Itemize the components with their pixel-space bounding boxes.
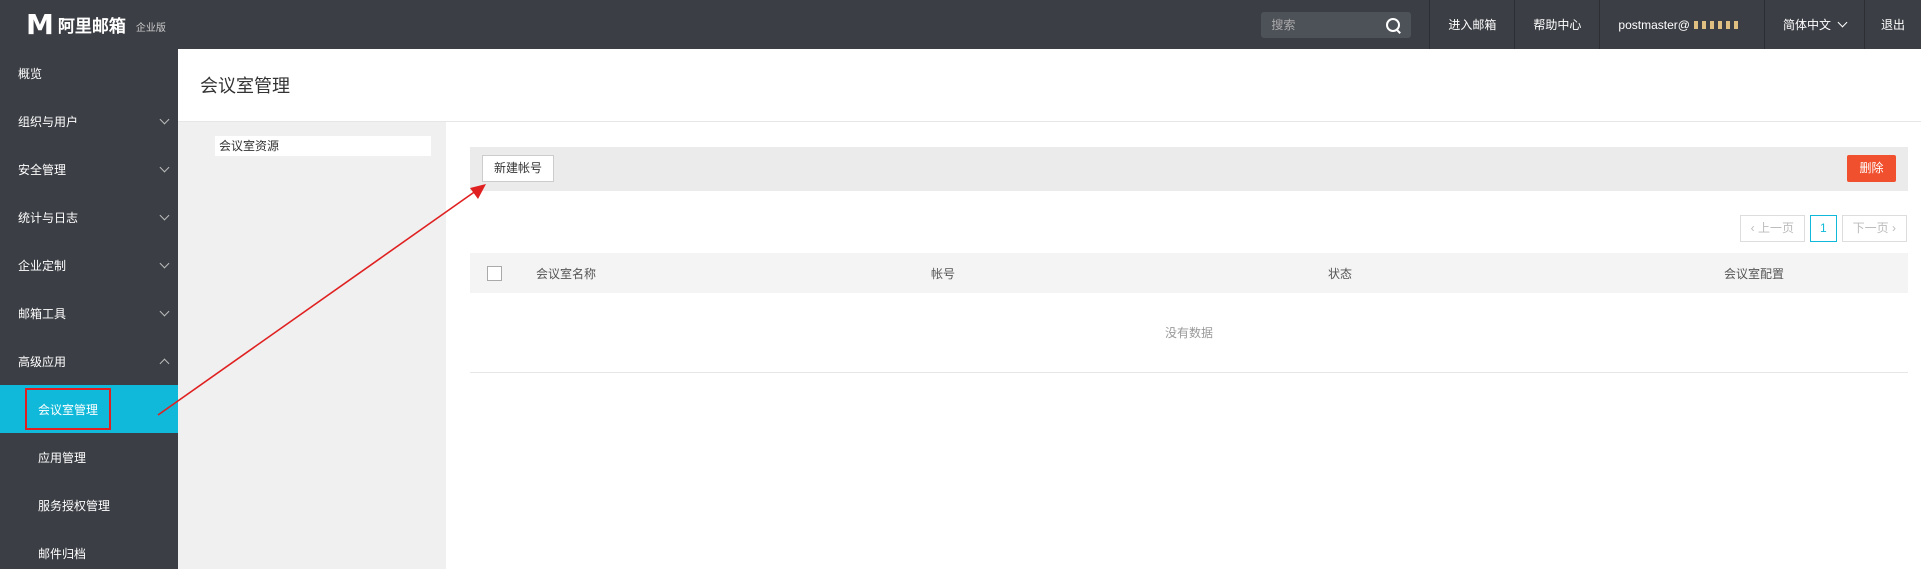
account-name: postmaster@ xyxy=(1618,17,1690,32)
sidebar-item-mail-tools[interactable]: 邮箱工具 xyxy=(0,289,178,337)
table-header: 会议室名称 帐号 状态 会议室配置 xyxy=(470,253,1908,293)
chevron-down-icon xyxy=(159,162,170,172)
logo-name: 阿里邮箱 xyxy=(57,17,126,36)
account-domain-redacted xyxy=(1693,20,1742,29)
logout-link[interactable]: 退出 xyxy=(1863,0,1921,49)
top-right-nav: 进入邮箱 帮助中心 postmaster@ 简体中文 退出 xyxy=(1261,0,1921,49)
pagination: ‹ 上一页 1 下一页 › xyxy=(1739,215,1907,242)
sidebar-item-advanced-apps[interactable]: 高级应用 xyxy=(0,337,178,385)
sidebar-subitem-app-management[interactable]: 应用管理 xyxy=(0,433,178,481)
toolbar: 新建帐号 删除 xyxy=(470,147,1908,191)
column-header-room-config: 会议室配置 xyxy=(1724,266,1785,281)
sidebar-item-security[interactable]: 安全管理 xyxy=(0,145,178,193)
chevron-down-icon xyxy=(159,306,170,316)
search-input[interactable] xyxy=(1271,17,1372,32)
chevron-up-icon xyxy=(159,358,170,368)
sidebar-item-label: 组织与用户 xyxy=(18,114,79,129)
sidebar-subitem-meeting-room[interactable]: 会议室管理 xyxy=(0,385,178,433)
language-label: 简体中文 xyxy=(1782,18,1831,32)
language-select[interactable]: 简体中文 xyxy=(1763,0,1864,49)
highlight-box xyxy=(25,388,111,430)
page-title: 会议室管理 xyxy=(200,76,290,96)
sidebar-item-label: 概览 xyxy=(18,66,43,81)
sidebar-subitem-label: 应用管理 xyxy=(38,450,87,465)
search-icon[interactable] xyxy=(1385,17,1401,33)
sidebar-item-stats-logs[interactable]: 统计与日志 xyxy=(0,193,178,241)
sidebar-item-label: 邮箱工具 xyxy=(18,306,67,321)
sidebar-subitem-mail-archive[interactable]: 邮件归档 xyxy=(0,529,178,577)
sidebar-item-label: 安全管理 xyxy=(18,162,67,177)
chevron-down-icon xyxy=(1837,17,1848,28)
help-center-link[interactable]: 帮助中心 xyxy=(1514,0,1599,49)
logo-mark: M xyxy=(26,8,54,41)
column-header-account: 帐号 xyxy=(931,266,956,281)
sidebar-item-label: 统计与日志 xyxy=(18,210,79,225)
search-box[interactable] xyxy=(1261,11,1412,38)
chevron-down-icon xyxy=(159,114,170,124)
page-header: 会议室管理 xyxy=(178,49,1921,122)
new-account-button[interactable]: 新建帐号 xyxy=(482,155,555,182)
select-all-checkbox[interactable] xyxy=(487,265,502,281)
logo[interactable]: M 阿里邮箱 企业版 xyxy=(26,8,166,41)
sidebar-item-overview[interactable]: 概览 xyxy=(0,49,178,97)
enter-mailbox-link[interactable]: 进入邮箱 xyxy=(1429,0,1514,49)
column-header-room-name: 会议室名称 xyxy=(536,266,597,281)
sidebar-subitem-label: 服务授权管理 xyxy=(38,498,111,513)
delete-button[interactable]: 删除 xyxy=(1847,155,1896,182)
top-bar: M 阿里邮箱 企业版 进入邮箱 帮助中心 postmaster@ 简体中文 退出 xyxy=(0,0,1921,49)
sidebar-item-enterprise-custom[interactable]: 企业定制 xyxy=(0,241,178,289)
chevron-down-icon xyxy=(159,210,170,220)
sidebar-subitem-service-auth[interactable]: 服务授权管理 xyxy=(0,481,178,529)
prev-page-button[interactable]: ‹ 上一页 xyxy=(1739,215,1805,242)
logo-edition: 企业版 xyxy=(135,23,166,34)
chevron-down-icon xyxy=(159,258,170,268)
sidebar-item-label: 企业定制 xyxy=(18,258,67,273)
empty-table-message: 没有数据 xyxy=(470,293,1908,373)
sidebar: 概览 组织与用户 安全管理 统计与日志 企业定制 邮箱工具 高级应用 会议室管理… xyxy=(0,49,178,569)
account-menu[interactable]: postmaster@ xyxy=(1599,0,1764,49)
resource-item-meeting-rooms[interactable]: 会议室资源 xyxy=(215,136,431,156)
column-header-status: 状态 xyxy=(1328,266,1353,281)
sidebar-subitem-label: 邮件归档 xyxy=(38,546,87,561)
resource-panel: 会议室资源 xyxy=(178,122,446,569)
sidebar-item-org-users[interactable]: 组织与用户 xyxy=(0,97,178,145)
current-page[interactable]: 1 xyxy=(1809,215,1837,242)
next-page-button[interactable]: 下一页 › xyxy=(1841,215,1907,242)
sidebar-item-label: 高级应用 xyxy=(18,354,67,369)
